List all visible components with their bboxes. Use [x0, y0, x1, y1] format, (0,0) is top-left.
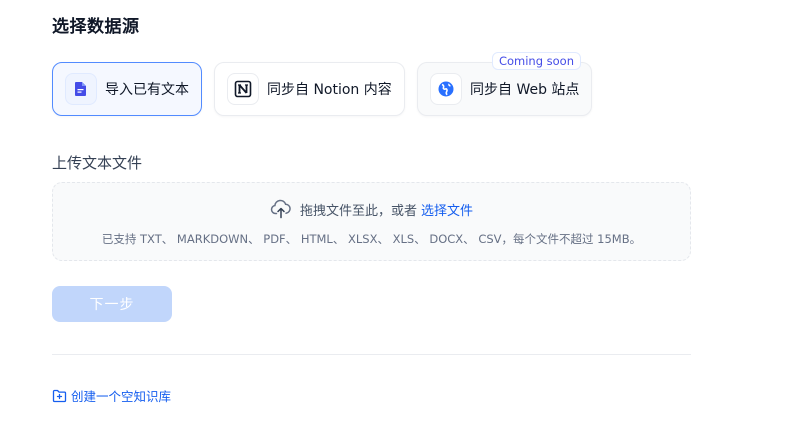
divider — [52, 354, 691, 355]
upload-title: 上传文本文件 — [52, 154, 143, 172]
file-dropzone[interactable]: 拖拽文件至此，或者 选择文件 已支持 TXT、 MARKDOWN、 PDF、 H… — [52, 182, 691, 261]
section-title: 选择数据源 — [52, 17, 140, 37]
next-step-button[interactable]: 下一步 — [52, 286, 172, 322]
source-card-label: 同步自 Notion 内容 — [267, 82, 392, 98]
cloud-upload-icon — [270, 199, 292, 219]
folder-plus-icon — [52, 389, 67, 403]
create-empty-label: 创建一个空知识库 — [71, 389, 172, 404]
drop-instruction: 拖拽文件至此，或者 选择文件 — [53, 199, 690, 219]
coming-soon-badge: Coming soon — [491, 52, 581, 70]
document-icon — [65, 73, 97, 105]
supported-formats-text: 已支持 TXT、 MARKDOWN、 PDF、 HTML、 XLSX、 XLS、… — [101, 232, 642, 246]
source-card-label: 导入已有文本 — [105, 82, 189, 98]
source-card-label: 同步自 Web 站点 — [470, 82, 580, 98]
web-icon — [430, 73, 462, 105]
source-card-notion[interactable]: 同步自 Notion 内容 — [214, 62, 405, 116]
source-card-web[interactable]: 同步自 Web 站点 Coming soon — [417, 52, 592, 116]
drag-text: 拖拽文件至此，或者 — [299, 203, 417, 219]
notion-icon — [227, 73, 259, 105]
create-knowledge-page: 选择数据源 导入已有文本 同步自 Notion 内容 同步自 Web 站点 Co… — [0, 0, 787, 430]
select-file-link[interactable]: 选择文件 — [421, 200, 473, 219]
source-card-import-text[interactable]: 导入已有文本 — [52, 62, 202, 116]
create-empty-knowledge-link[interactable]: 创建一个空知识库 — [52, 386, 171, 405]
